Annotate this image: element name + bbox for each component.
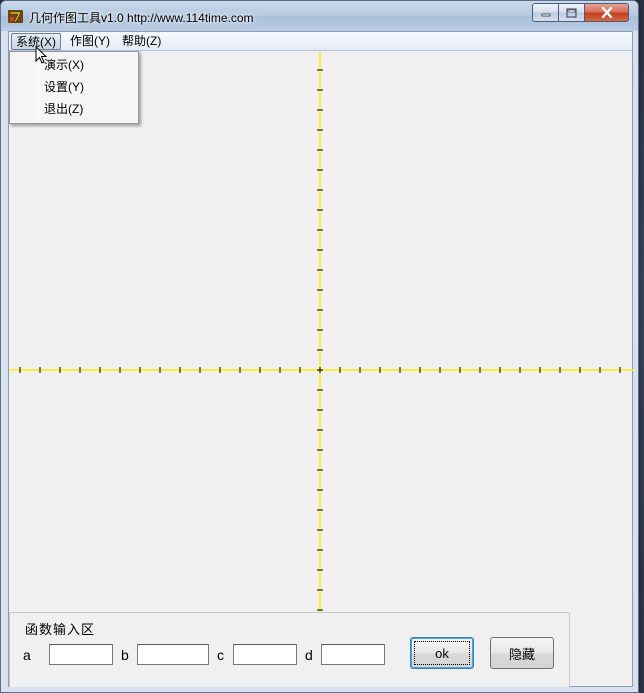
minimize-icon — [541, 13, 550, 16]
app-window: 几何作图工具v1.0 http://www.114time.com 系统(X) … — [0, 0, 639, 693]
ok-button[interactable]: ok — [410, 637, 474, 669]
hide-button-label: 隐藏 — [508, 646, 535, 662]
input-b[interactable] — [137, 644, 209, 665]
menu-draw[interactable]: 作图(Y) — [66, 33, 114, 50]
menu-bar: 系统(X) 作图(Y) 帮助(Z) — [9, 32, 632, 51]
label-c: c — [217, 647, 224, 663]
drawing-canvas[interactable] — [9, 52, 634, 688]
focus-rect — [414, 641, 470, 665]
mouse-cursor-icon — [35, 46, 47, 64]
close-button[interactable] — [584, 3, 629, 22]
title-bar[interactable]: 几何作图工具v1.0 http://www.114time.com — [1, 1, 638, 31]
minimize-button[interactable] — [532, 3, 559, 22]
menu-item-settings[interactable]: 设置(Y) — [44, 77, 84, 97]
input-d[interactable] — [321, 644, 385, 665]
input-c[interactable] — [233, 644, 297, 665]
function-input-panel: 函数输入区 a b c d ok 隐藏 — [9, 612, 570, 688]
menu-help[interactable]: 帮助(Z) — [118, 33, 165, 50]
label-d: d — [305, 647, 313, 663]
hide-button[interactable]: 隐藏 — [490, 637, 554, 669]
app-logo-icon — [8, 10, 23, 23]
label-a: a — [23, 647, 31, 663]
input-a[interactable] — [49, 644, 113, 665]
maximize-button[interactable] — [558, 3, 585, 22]
label-b: b — [121, 647, 129, 663]
system-dropdown-menu: 演示(X) 设置(Y) 退出(Z) — [9, 51, 139, 124]
window-title: 几何作图工具v1.0 http://www.114time.com — [29, 11, 254, 25]
maximize-icon — [566, 8, 577, 17]
window-bottom-border — [8, 687, 633, 692]
menu-item-exit[interactable]: 退出(Z) — [44, 99, 83, 119]
close-icon — [601, 7, 612, 18]
menu-item-demo[interactable]: 演示(X) — [44, 55, 84, 75]
client-area: 系统(X) 作图(Y) 帮助(Z) 演示(X) 设置(Y) 退出(Z) 函数输入… — [8, 31, 634, 688]
panel-title: 函数输入区 — [25, 622, 96, 637]
